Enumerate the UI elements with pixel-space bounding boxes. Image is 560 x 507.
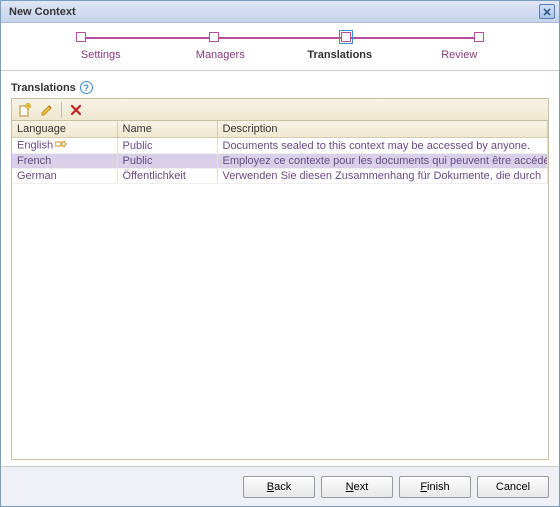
cell-name: Public (117, 154, 217, 169)
next-label: ext (354, 481, 369, 493)
new-button[interactable] (15, 101, 35, 119)
dialog: New Context Settings Managers Translatio… (0, 0, 560, 507)
cancel-button[interactable]: Cancel (477, 476, 549, 498)
footer: Back Next Finish Cancel (1, 466, 559, 506)
col-name[interactable]: Name (117, 121, 217, 138)
finish-button[interactable]: Finish (399, 476, 471, 498)
cell-description: Verwenden Sie diesen Zusammenhang für Do… (217, 169, 548, 184)
next-button[interactable]: Next (321, 476, 393, 498)
dialog-title: New Context (9, 6, 76, 18)
step-node-managers[interactable] (209, 32, 219, 42)
cell-language: English (12, 138, 117, 154)
titlebar: New Context (1, 1, 559, 23)
step-label-settings[interactable]: Settings (41, 49, 161, 61)
cell-name: Öffentlichkeit (117, 169, 217, 184)
pencil-icon (40, 103, 54, 117)
header-row: Language Name Description (12, 121, 548, 138)
cancel-label: Cancel (496, 481, 530, 493)
step-label-managers[interactable]: Managers (161, 49, 281, 61)
back-label: ack (274, 481, 291, 493)
back-button[interactable]: Back (243, 476, 315, 498)
col-description[interactable]: Description (217, 121, 548, 138)
cell-name: Public (117, 138, 217, 154)
col-language[interactable]: Language (12, 121, 117, 138)
close-button[interactable] (539, 4, 555, 19)
section-title: Translations (11, 82, 76, 94)
table-row[interactable]: GermanÖffentlichkeitVerwenden Sie diesen… (12, 169, 548, 184)
cell-description: Employez ce contexte pour les documents … (217, 154, 548, 169)
step-label-translations[interactable]: Translations (280, 49, 400, 61)
cell-description: Documents sealed to this context may be … (217, 138, 548, 154)
step-node-settings[interactable] (76, 32, 86, 42)
section-title-row: Translations ? (11, 81, 549, 94)
delete-icon (70, 104, 82, 116)
cell-language: French (12, 154, 117, 169)
step-label-review[interactable]: Review (400, 49, 520, 61)
toolbar (11, 98, 549, 120)
new-icon (18, 103, 32, 117)
body: Translations ? (1, 71, 559, 466)
delete-button[interactable] (66, 101, 86, 119)
wizard-steps: Settings Managers Translations Review (1, 23, 559, 71)
table-row[interactable]: FrenchPublicEmployez ce contexte pour le… (12, 154, 548, 169)
close-icon (543, 8, 551, 16)
finish-label: inish (427, 481, 450, 493)
edit-button[interactable] (37, 101, 57, 119)
grid[interactable]: Language Name Description EnglishPublicD… (11, 120, 549, 460)
cell-language: German (12, 169, 117, 184)
step-node-translations[interactable] (341, 32, 351, 42)
step-node-review[interactable] (474, 32, 484, 42)
table-row[interactable]: EnglishPublicDocuments sealed to this co… (12, 138, 548, 154)
default-language-icon (55, 139, 67, 152)
toolbar-separator (61, 102, 62, 118)
help-icon[interactable]: ? (80, 81, 93, 94)
